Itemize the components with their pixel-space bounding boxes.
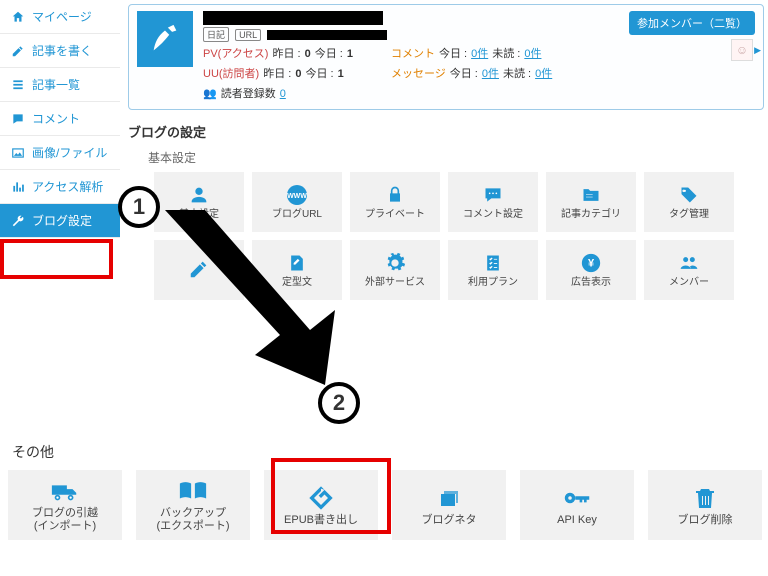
tile-plan[interactable]: 利用プラン: [448, 240, 538, 300]
sidebar-item-label: 記事を書く: [32, 42, 92, 59]
stack-icon: [433, 484, 465, 512]
epub-icon: [305, 484, 337, 512]
tag-diary[interactable]: 日記: [203, 27, 229, 42]
sidebar-item-label: コメント: [32, 110, 80, 127]
person-icon: [186, 184, 212, 206]
blog-title-redacted: [203, 11, 383, 25]
sidebar: マイページ 記事を書く 記事一覧 コメント 画像/ファイル アクセス解析 ブログ…: [0, 0, 120, 238]
sidebar-item-articles[interactable]: 記事一覧: [0, 68, 120, 102]
lock-icon: [382, 184, 408, 206]
tile-category[interactable]: 記事カテゴリ: [546, 172, 636, 232]
truck-icon: [49, 477, 81, 505]
gear-icon: [382, 252, 408, 274]
checklist-icon: [480, 252, 506, 274]
tile-row-2: 定型文 外部サービス 利用プラン ¥広告表示 メンバー: [154, 240, 764, 300]
tile-blog-topic[interactable]: ブログネタ: [392, 470, 506, 540]
sidebar-item-comments[interactable]: コメント: [0, 102, 120, 136]
tile-basic-settings[interactable]: 基本設定: [154, 172, 244, 232]
sidebar-item-mypage[interactable]: マイページ: [0, 0, 120, 34]
tile-design[interactable]: [154, 240, 244, 300]
tile-import[interactable]: ブログの引越(インポート): [8, 470, 122, 540]
bars-icon: [10, 179, 26, 195]
sidebar-item-label: 記事一覧: [32, 76, 80, 93]
tag-url[interactable]: URL: [235, 29, 261, 41]
tile-tag[interactable]: タグ管理: [644, 172, 734, 232]
svg-text:¥: ¥: [588, 258, 595, 270]
stats: PV(アクセス) 昨日 : 0 今日 : 1 UU(訪問者) 昨日 : 0 今日…: [203, 45, 753, 103]
image-icon: [10, 145, 26, 161]
reader-count[interactable]: 0: [280, 88, 286, 100]
trash-icon: [689, 484, 721, 512]
tile-row-other: ブログの引越(インポート) バックアップ(エクスポート) EPUB書き出し ブロ…: [8, 470, 764, 540]
tile-members[interactable]: メンバー: [644, 240, 734, 300]
section-basic-title: 基本設定: [148, 149, 764, 166]
tile-row-1: 基本設定 WWWブログURL プライベート コメント設定 記事カテゴリ タグ管理: [154, 172, 764, 232]
key-icon: [561, 484, 593, 512]
member-avatar-placeholder[interactable]: ☺: [731, 39, 753, 61]
sidebar-item-blog-settings[interactable]: ブログ設定: [0, 204, 120, 238]
uu-label: UU(訪問者): [203, 65, 259, 81]
book-icon: [177, 477, 209, 505]
url-redacted: [267, 30, 387, 40]
annotation-highlight-1: [0, 239, 113, 279]
home-icon: [10, 9, 26, 25]
sidebar-item-label: アクセス解析: [32, 178, 103, 195]
svg-text:WWW: WWW: [287, 193, 307, 200]
main-content: 日記 URL PV(アクセス) 昨日 : 0 今日 : 1 UU(訪問者) 昨日…: [128, 4, 764, 308]
tile-blog-url[interactable]: WWWブログURL: [252, 172, 342, 232]
blog-info-card: 日記 URL PV(アクセス) 昨日 : 0 今日 : 1 UU(訪問者) 昨日…: [128, 4, 764, 110]
pencil-icon: [10, 43, 26, 59]
tag-icon: [676, 184, 702, 206]
speech-icon: [480, 184, 506, 206]
people-icon: [676, 252, 702, 274]
sidebar-item-label: ブログ設定: [32, 212, 92, 229]
tile-comment-settings[interactable]: コメント設定: [448, 172, 538, 232]
tile-api-key[interactable]: API Key: [520, 470, 634, 540]
tile-epub-export[interactable]: EPUB書き出し: [264, 470, 378, 540]
sidebar-item-write[interactable]: 記事を書く: [0, 34, 120, 68]
member-list-button[interactable]: 参加メンバー（二覧）: [629, 11, 755, 35]
sidebar-item-analytics[interactable]: アクセス解析: [0, 170, 120, 204]
reader-label: 読者登録数: [221, 85, 276, 101]
comment-label: コメント: [391, 45, 435, 61]
section-other: その他 ブログの引越(インポート) バックアップ(エクスポート) EPUB書き出…: [8, 430, 764, 540]
tile-delete-blog[interactable]: ブログ削除: [648, 470, 762, 540]
sidebar-item-label: 画像/ファイル: [32, 144, 107, 161]
folder-icon: [578, 184, 604, 206]
sidebar-item-label: マイページ: [32, 8, 92, 25]
annotation-circle-2: 2: [318, 382, 360, 424]
sidebar-item-images[interactable]: 画像/ファイル: [0, 136, 120, 170]
list-icon: [10, 77, 26, 93]
chevron-right-icon[interactable]: ▶: [754, 45, 761, 56]
message-label: メッセージ: [391, 65, 446, 81]
wrench-icon: [10, 213, 26, 229]
yen-icon: ¥: [578, 252, 604, 274]
edit-icon: [186, 258, 212, 280]
section-other-title: その他: [12, 442, 764, 462]
tile-external-service[interactable]: 外部サービス: [350, 240, 440, 300]
doc-edit-icon: [284, 252, 310, 274]
blog-avatar: [137, 11, 193, 67]
section-blog-settings-title: ブログの設定: [128, 122, 764, 141]
tile-private[interactable]: プライベート: [350, 172, 440, 232]
tile-template-text[interactable]: 定型文: [252, 240, 342, 300]
pv-label: PV(アクセス): [203, 45, 268, 61]
tile-export[interactable]: バックアップ(エクスポート): [136, 470, 250, 540]
comment-icon: [10, 111, 26, 127]
tile-ads[interactable]: ¥広告表示: [546, 240, 636, 300]
www-icon: WWW: [284, 184, 310, 206]
